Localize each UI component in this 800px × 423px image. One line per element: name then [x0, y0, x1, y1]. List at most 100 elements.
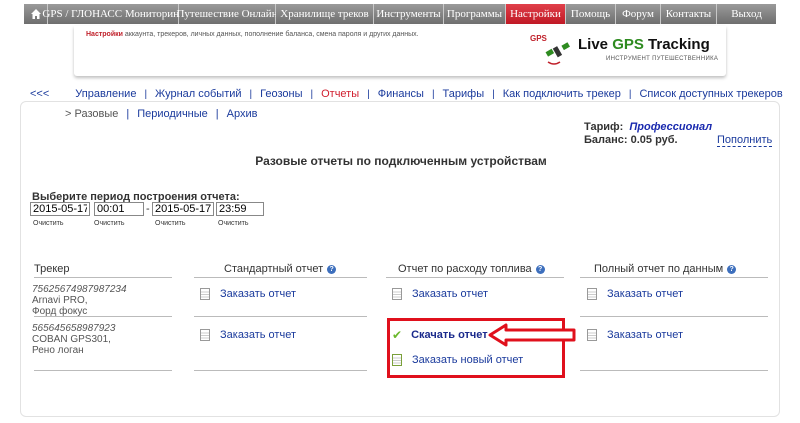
header-note-text: аккаунта, трекеров, личных данных, попол…: [122, 31, 419, 38]
clear-time-to[interactable]: Очистить: [218, 220, 248, 227]
divider: [34, 277, 172, 278]
satellite-icon: [545, 42, 570, 65]
page-header: Настройки аккаунта, трекеров, личных дан…: [74, 26, 726, 76]
divider: [580, 316, 768, 317]
period-dash: -: [146, 203, 150, 215]
order-report-label: Заказать отчет: [607, 288, 683, 300]
divider: [386, 277, 564, 278]
clear-time-from[interactable]: Очистить: [94, 220, 124, 227]
topnav-programs[interactable]: Программы: [444, 4, 506, 24]
top-nav: GPS / ГЛОНАСС Мониторинг Путешествие Онл…: [24, 4, 776, 24]
secnav-tariffs[interactable]: Тарифы: [435, 88, 493, 100]
topnav-contacts[interactable]: Контакты: [661, 4, 717, 24]
balance-text: Баланс: 0.05 руб.: [584, 134, 678, 146]
page-title: Разовые отчеты по подключенным устройств…: [255, 154, 547, 168]
back-link[interactable]: <<<: [24, 88, 67, 100]
topnav-settings[interactable]: Настройки: [506, 4, 566, 24]
logo-title: Live GPS Tracking: [578, 36, 710, 53]
date-to-input[interactable]: [152, 202, 214, 216]
secnav-how-to-connect[interactable]: Как подключить трекер: [495, 88, 629, 100]
order-report-label: Заказать отчет: [412, 288, 488, 300]
tracker-name: Рено логан: [32, 345, 84, 356]
logo-title-live: Live: [578, 36, 613, 53]
topnav-tools[interactable]: Инструменты: [374, 4, 444, 24]
document-add-icon: [392, 354, 402, 366]
tracker-id: 565645658987923: [32, 323, 116, 334]
secnav-tracker-list[interactable]: Список доступных трекеров: [631, 88, 790, 100]
order-standard-row-1[interactable]: Заказать отчет: [200, 288, 296, 300]
order-full-row-2[interactable]: Заказать отчет: [587, 329, 683, 341]
logo-title-gps: GPS: [612, 36, 644, 53]
tracker-model: COBAN GPS301,: [32, 334, 111, 345]
divider: [194, 277, 367, 278]
order-full-row-1[interactable]: Заказать отчет: [587, 288, 683, 300]
topnav-gps-monitoring[interactable]: GPS / ГЛОНАСС Мониторинг: [42, 4, 184, 24]
time-to-input[interactable]: [216, 202, 264, 216]
divider: [194, 370, 367, 371]
topup-link[interactable]: Пополнить: [717, 134, 773, 147]
secnav-event-log[interactable]: Журнал событий: [147, 88, 249, 100]
topnav-logout[interactable]: Выход: [717, 4, 776, 24]
red-arrow-icon: [488, 323, 576, 347]
header-fuel: Отчет по расходу топлива?: [398, 263, 545, 275]
subnav-periodic[interactable]: Периодичные: [137, 108, 208, 120]
tracker-model: Arnavi PRO,: [32, 295, 88, 306]
sub-nav: > Разовые | Периодичные | Архив: [65, 108, 257, 120]
order-fuel-row-1[interactable]: Заказать отчет: [392, 288, 488, 300]
document-icon: [587, 329, 597, 341]
divider: [34, 316, 172, 317]
info-icon[interactable]: ?: [535, 265, 545, 274]
secnav-management[interactable]: Управление: [67, 88, 144, 100]
secnav-reports[interactable]: Отчеты: [313, 88, 367, 100]
document-icon: [392, 288, 402, 300]
home-icon: [30, 9, 41, 19]
logo-title-tracking: Tracking: [643, 36, 710, 53]
subnav-one-time: > Разовые: [65, 108, 119, 120]
tariff-label: Тариф:: [584, 121, 624, 133]
order-new-report-label: Заказать новый отчет: [412, 354, 524, 366]
topnav-forum[interactable]: Форум: [616, 4, 661, 24]
checkmark-icon: ✔: [392, 328, 403, 342]
subnav-archive[interactable]: Архив: [227, 108, 258, 120]
order-standard-row-2[interactable]: Заказать отчет: [200, 329, 296, 341]
reports-panel: > Разовые | Периодичные | Архив Тариф: Пр…: [20, 101, 780, 417]
tracker-row-1: 75625674987987234 Arnavi PRO, Форд фокус: [32, 284, 127, 317]
subnav-separator: |: [215, 108, 219, 120]
order-new-report-link[interactable]: Заказать новый отчет: [392, 354, 523, 366]
divider: [34, 370, 172, 371]
header-full: Полный отчет по данным?: [594, 263, 737, 275]
header-fuel-label: Отчет по расходу топлива: [398, 263, 532, 275]
header-note-bold: Настройки: [86, 31, 123, 38]
header-standard: Стандартный отчет?: [224, 263, 337, 275]
time-from-input[interactable]: [94, 202, 144, 216]
order-report-label: Заказать отчет: [607, 329, 683, 341]
account-info: Тариф: Профессионал Баланс: 0.05 руб.: [584, 121, 712, 147]
logo: GPS Live GPS Tracking ИНСТРУМЕНТ ПУТЕШЕС…: [530, 32, 720, 72]
divider: [580, 277, 768, 278]
topnav-help[interactable]: Помощь: [566, 4, 616, 24]
document-icon: [200, 288, 210, 300]
header-tracker: Трекер: [34, 263, 70, 275]
topnav-track-storage[interactable]: Хранилище треков: [276, 4, 374, 24]
divider: [194, 316, 367, 317]
header-note: Настройки аккаунта, трекеров, личных дан…: [86, 31, 419, 38]
tracker-row-2: 565645658987923 COBAN GPS301, Рено логан: [32, 323, 115, 356]
order-report-label: Заказать отчет: [220, 288, 296, 300]
logo-subtitle: ИНСТРУМЕНТ ПУТЕШЕСТВЕННИКА: [606, 56, 719, 62]
download-report-label: Скачать отчет: [411, 329, 488, 341]
topnav-travel-online[interactable]: Путешествие Онлайн: [176, 4, 278, 24]
document-icon: [200, 329, 210, 341]
subnav-separator: |: [126, 108, 130, 120]
section-nav: <<< Управление | Журнал событий | Геозоны |…: [24, 88, 784, 100]
info-icon[interactable]: ?: [727, 265, 737, 274]
clear-date-to[interactable]: Очистить: [155, 220, 185, 227]
secnav-geozones[interactable]: Геозоны: [252, 88, 310, 100]
info-icon[interactable]: ?: [327, 265, 337, 274]
header-full-label: Полный отчет по данным: [594, 263, 724, 275]
secnav-finance[interactable]: Финансы: [370, 88, 432, 100]
date-from-input[interactable]: [30, 202, 90, 216]
download-report-link[interactable]: ✔ Скачать отчет: [392, 328, 488, 342]
header-standard-label: Стандартный отчет: [224, 263, 324, 275]
tracker-id: 75625674987987234: [32, 284, 127, 295]
clear-date-from[interactable]: Очистить: [33, 220, 63, 227]
